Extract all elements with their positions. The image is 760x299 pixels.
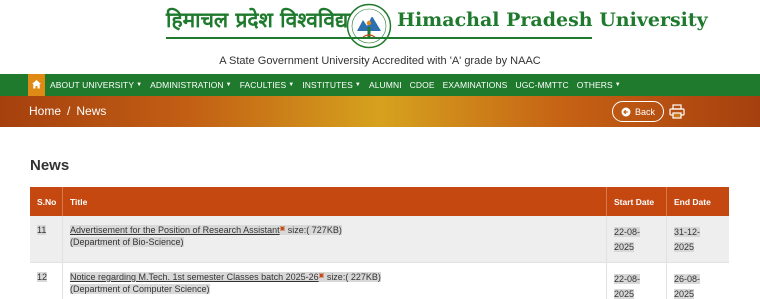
start-date-day: 22-08- (614, 274, 641, 284)
nav-items: ABOUT UNIVERSITY ▼ ADMINISTRATION ▼ FACULT… (50, 74, 629, 96)
end-date-day: 26-08- (674, 274, 701, 284)
table-row: 12 Notice regarding M.Tech. 1st semester… (30, 263, 729, 299)
row-sno: 12 (30, 263, 63, 299)
row-sno: 11 (30, 216, 63, 262)
breadcrumb-separator: / (67, 104, 71, 118)
start-date-year: 2025 (614, 242, 635, 252)
nav-administration[interactable]: ADMINISTRATION ▼ (150, 80, 232, 90)
news-link[interactable]: Advertisement for the Position of Resear… (70, 225, 280, 235)
nav-examinations[interactable]: EXAMINATIONS (443, 80, 508, 90)
chevron-down-icon: ▼ (614, 82, 621, 88)
chevron-down-icon: ▼ (136, 82, 143, 88)
back-label: Back (634, 106, 655, 117)
nav-others[interactable]: OTHERS ▼ (577, 80, 621, 90)
nav-about-university[interactable]: ABOUT UNIVERSITY ▼ (50, 80, 142, 90)
row-end-date: 31-12- 2025 (667, 216, 729, 262)
chevron-down-icon: ▼ (225, 82, 232, 88)
nav-faculties[interactable]: FACULTIES ▼ (240, 80, 295, 90)
accreditation-tagline: A State Government University Accredited… (219, 55, 541, 67)
pdf-icon: ▣ (279, 226, 286, 232)
home-icon (32, 80, 41, 89)
start-date-year: 2025 (614, 289, 635, 299)
nav-institutes[interactable]: INSTITUTES ▼ (302, 80, 361, 90)
row-title-cell: Advertisement for the Position of Resear… (63, 216, 607, 262)
row-end-date: 26-08- 2025 (667, 263, 729, 299)
end-date-year: 2025 (674, 289, 695, 299)
row-title-cell: Notice regarding M.Tech. 1st semester Cl… (63, 263, 607, 299)
file-size: size:( 227KB) (326, 272, 381, 282)
column-header-sno: S.No (30, 187, 63, 216)
department: (Department of Computer Science) (70, 284, 210, 294)
chevron-down-icon: ▼ (354, 82, 361, 88)
pdf-icon: ▣ (318, 273, 325, 279)
news-table: S.No Title Start Date End Date 11 Advert… (30, 187, 729, 299)
main-navigation: ABOUT UNIVERSITY ▼ ADMINISTRATION ▼ FACULT… (0, 74, 760, 96)
print-icon[interactable] (669, 104, 685, 119)
news-link[interactable]: Notice regarding M.Tech. 1st semester Cl… (70, 272, 319, 282)
end-date-day: 31-12- (674, 227, 701, 237)
site-header: हिमाचल प्रदेश विश्वविद्यालय Himachal Pra… (0, 0, 760, 74)
chevron-down-icon: ▼ (288, 82, 295, 88)
column-header-end-date: End Date (674, 196, 711, 207)
row-start-date: 22-08- 2025 (607, 263, 667, 299)
breadcrumb-home[interactable]: Home (29, 104, 61, 118)
breadcrumb: Home / News (29, 104, 106, 118)
back-button[interactable]: Back (612, 101, 664, 122)
header-divider (166, 37, 592, 39)
department: (Department of Bio-Science) (70, 237, 184, 247)
nav-cdoe[interactable]: CDOE (410, 80, 435, 90)
nav-home-button[interactable] (28, 74, 45, 96)
column-header-start-date: Start Date (607, 187, 667, 216)
file-size: size:( 727KB) (287, 225, 342, 235)
university-logo[interactable] (346, 3, 392, 49)
table-row: 11 Advertisement for the Position of Res… (30, 216, 729, 263)
breadcrumb-current: News (76, 104, 107, 118)
column-header-title: Title (63, 187, 607, 216)
arrow-left-icon (621, 107, 631, 116)
row-start-date: 22-08- 2025 (607, 216, 667, 262)
university-name-english[interactable]: Himachal Pradesh University (397, 9, 708, 31)
page-title: News (30, 157, 70, 174)
nav-ugc-mmttc[interactable]: UGC-MMTTC (515, 80, 568, 90)
start-date-day: 22-08- (614, 227, 641, 237)
nav-alumni[interactable]: ALUMNI (369, 80, 402, 90)
table-header: S.No Title Start Date End Date (30, 187, 729, 216)
end-date-year: 2025 (674, 242, 695, 252)
